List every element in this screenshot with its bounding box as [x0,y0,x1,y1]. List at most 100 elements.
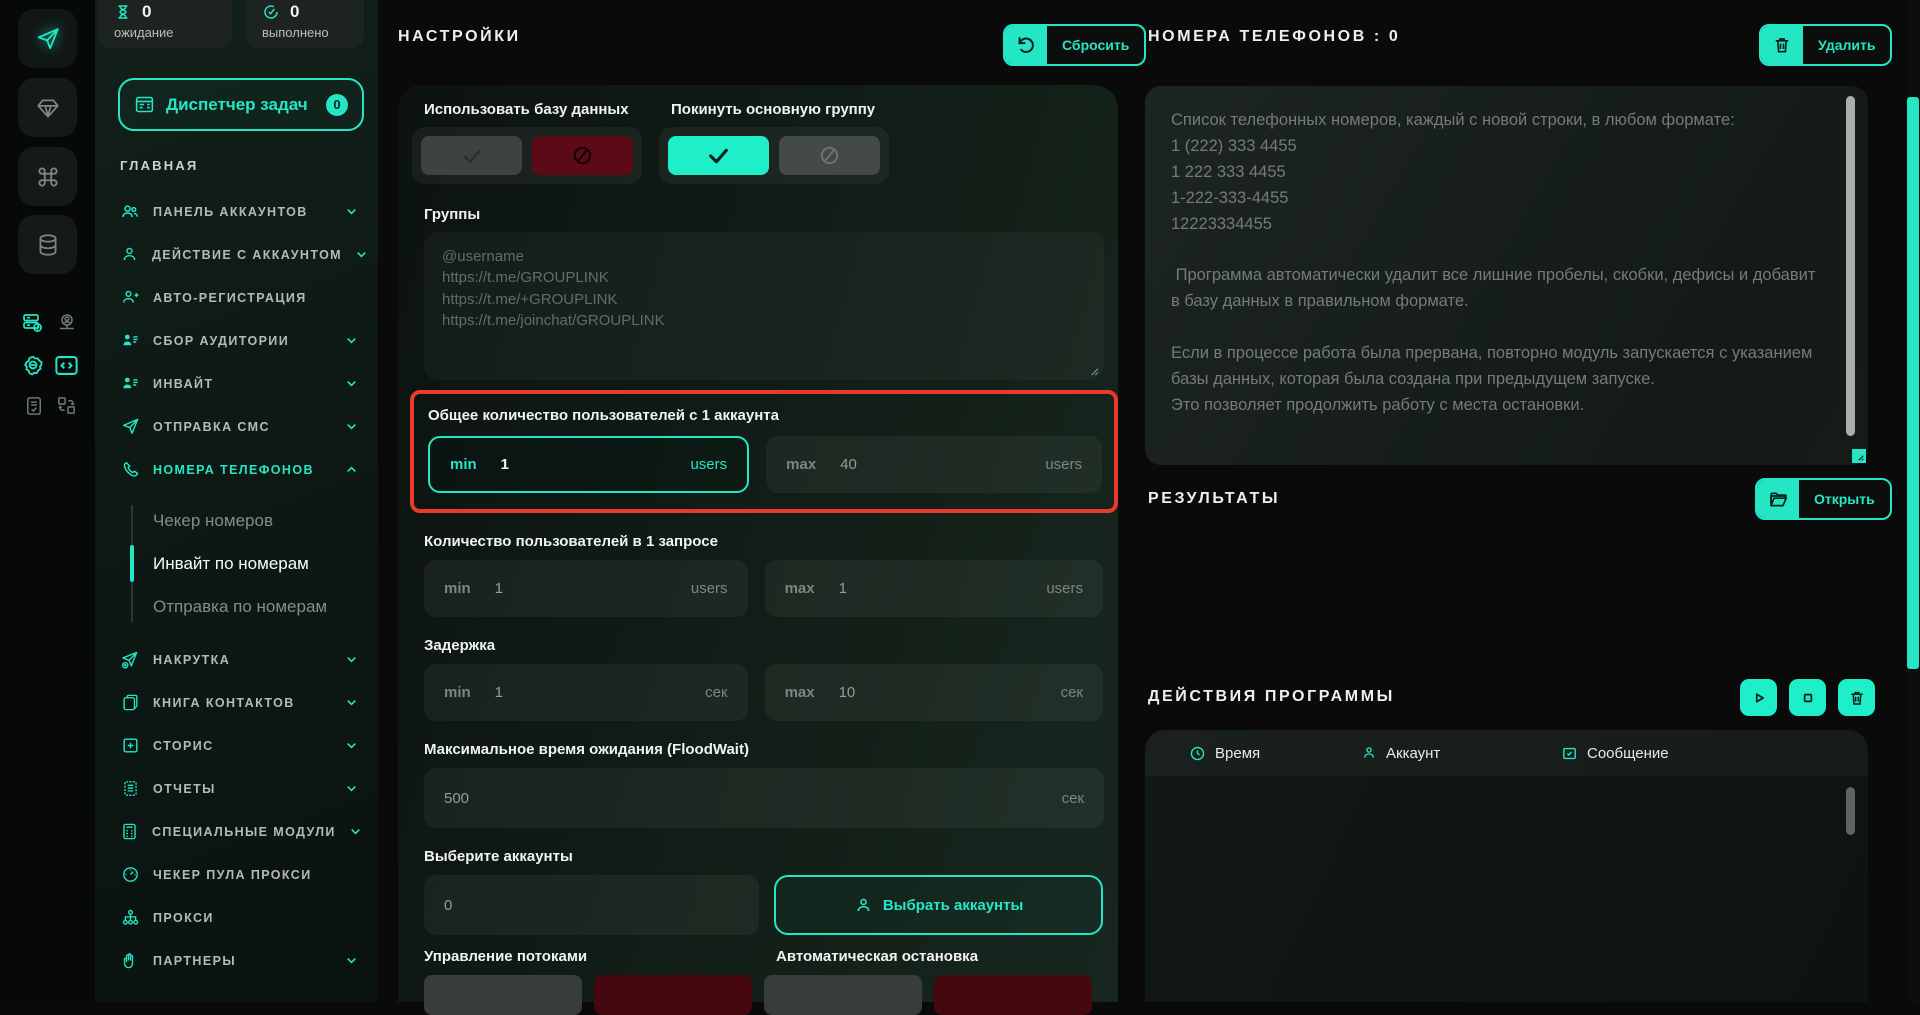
clipboard-check-icon[interactable] [23,394,46,417]
delay-max-input[interactable]: max 10 сек [764,664,1103,721]
sidebar-item-contact-book[interactable]: КНИГА КОНТАКТОВ [95,681,378,724]
phone-numbers-textarea-wrap [1145,86,1868,465]
stop-icon [1799,689,1817,707]
total-users-min-input[interactable]: min 1 users [428,436,750,493]
sidebar-item-partners[interactable]: ПАРТНЕРЫ [95,939,378,982]
stop-button[interactable] [1789,679,1826,716]
chevron-down-icon [349,825,362,838]
trash-icon [1761,26,1803,64]
threads-on-button[interactable] [424,975,582,1015]
gear-icon[interactable] [20,352,46,378]
groups-textarea[interactable] [424,232,1104,380]
leave-group-no-button[interactable] [779,136,880,175]
rotate-ccw-icon [1005,26,1047,64]
page-scrollbar-thumb[interactable] [1907,97,1919,669]
clock-icon [1189,745,1206,762]
groups-label: Группы [424,206,481,223]
total-users-max-input[interactable]: max 40 users [766,436,1102,493]
commands-button[interactable] [18,147,77,206]
chevron-down-icon [345,420,358,433]
command-icon [35,164,61,190]
submenu-invite-by-numbers[interactable]: Инвайт по номерам [95,542,378,585]
floodwait-input[interactable]: 500 сек [424,768,1104,828]
resize-handle-icon[interactable] [1852,449,1866,463]
user-icon [1361,745,1377,761]
log-header-row: Время Аккаунт Сообщение [1145,730,1868,776]
sidebar-item-accounts-panel[interactable]: ПАНЕЛЬ АККАУНТОВ [95,190,378,233]
reset-button[interactable]: Сбросить [1003,24,1147,66]
sidebar-item-sms-sending[interactable]: ОТПРАВКА СМС [95,405,378,448]
submenu-send-by-numbers[interactable]: Отправка по номерам [95,585,378,628]
sidebar-item-proxy-pool-checker[interactable]: ЧЕКЕР ПУЛА ПРОКСИ [95,853,378,896]
user-list-icon [120,374,140,393]
trash-icon [1848,689,1866,707]
sidebar-item-phone-numbers[interactable]: НОМЕРА ТЕЛЕФОНОВ [95,448,378,491]
task-manager-badge: 0 [326,93,348,116]
autostop-toggle [763,975,1104,1015]
users-icon [120,202,140,222]
leave-group-toggle [659,127,889,184]
delete-button-label: Удалить [1818,37,1876,53]
open-button-label: Открыть [1814,491,1875,507]
phone-numbers-textarea[interactable] [1145,86,1868,465]
submenu-number-checker[interactable]: Чекер номеров [95,499,378,542]
program-actions-title: ДЕЙСТВИЯ ПРОГРАММЫ [1148,688,1395,705]
textarea-scrollbar-thumb[interactable] [1846,96,1855,436]
code-window-icon[interactable] [53,352,80,379]
program-log-panel: Время Аккаунт Сообщение [1145,730,1868,1002]
use-db-label: Использовать базу данных [424,101,629,118]
server-check-icon[interactable] [21,311,45,335]
autostop-on-button[interactable] [763,975,922,1015]
notebook-icon [120,693,140,712]
use-db-yes-button[interactable] [421,136,522,175]
telegram-send-button[interactable] [18,9,77,68]
sidebar-item-boosting[interactable]: НАКРУТКА [95,638,378,681]
check-icon [460,144,484,168]
highlighted-field: Общее количество пользователей с 1 аккау… [410,390,1118,513]
paper-plane-plus-icon [120,650,140,670]
chevron-down-icon [345,653,358,666]
use-db-no-button[interactable] [532,136,633,175]
premium-button[interactable] [18,78,77,137]
delay-min-input[interactable]: min 1 сек [424,664,748,721]
sidebar-item-audience-collection[interactable]: СБОР АУДИТОРИИ [95,319,378,362]
transfer-squares-icon[interactable] [55,394,78,417]
sidebar-item-auto-registration[interactable]: АВТО-РЕГИСТРАЦИЯ [95,276,378,319]
sidebar-item-stories[interactable]: СТОРИС [95,724,378,767]
stat-card-done: 0 выполнено [246,0,364,48]
user-network-icon[interactable] [55,311,79,335]
diamond-icon [35,95,61,121]
database-button[interactable] [18,215,77,274]
hourglass-icon [114,3,132,21]
select-accounts-button[interactable]: Выбрать аккаунты [774,875,1103,935]
accounts-count-input[interactable]: 0 [424,875,760,935]
clear-log-button[interactable] [1838,679,1875,716]
autostop-off-button[interactable] [933,975,1092,1015]
delete-button[interactable]: Удалить [1759,24,1893,66]
chevron-down-icon [345,377,358,390]
total-users-label: Общее количество пользователей с 1 аккау… [428,407,779,424]
settings-panel: Использовать базу данных Покинуть основн… [398,85,1118,1015]
user-list-icon [120,331,140,350]
task-manager-button[interactable]: Диспетчер задач 0 [118,78,364,131]
users-per-request-min-input[interactable]: min 1 users [424,560,748,617]
reset-button-label: Сбросить [1062,37,1130,53]
folder-icon [1757,480,1799,518]
pending-count: 0 [142,2,152,21]
sidebar-item-proxy[interactable]: ПРОКСИ [95,896,378,939]
nav-menu: ПАНЕЛЬ АККАУНТОВ ДЕЙСТВИЕ С АККАУНТОМ АВ… [95,190,378,982]
users-per-request-max-input[interactable]: max 1 users [764,560,1103,617]
chevron-down-icon [345,696,358,709]
check-icon [706,143,731,168]
task-manager-label: Диспетчер задач [166,94,308,114]
resize-handle-icon[interactable] [1088,365,1099,376]
sidebar-item-account-actions[interactable]: ДЕЙСТВИЕ С АККАУНТОМ [95,233,378,276]
sidebar-item-reports[interactable]: ОТЧЕТЫ [95,767,378,810]
open-button[interactable]: Открыть [1755,478,1892,520]
leave-group-yes-button[interactable] [668,136,769,175]
sidebar-item-invite[interactable]: ИНВАЙТ [95,362,378,405]
start-button[interactable] [1740,679,1777,716]
threads-off-button[interactable] [594,975,752,1015]
log-scrollbar-thumb[interactable] [1846,787,1855,835]
sidebar-item-special-modules[interactable]: СПЕЦИАЛЬНЫЕ МОДУЛИ [95,810,378,853]
